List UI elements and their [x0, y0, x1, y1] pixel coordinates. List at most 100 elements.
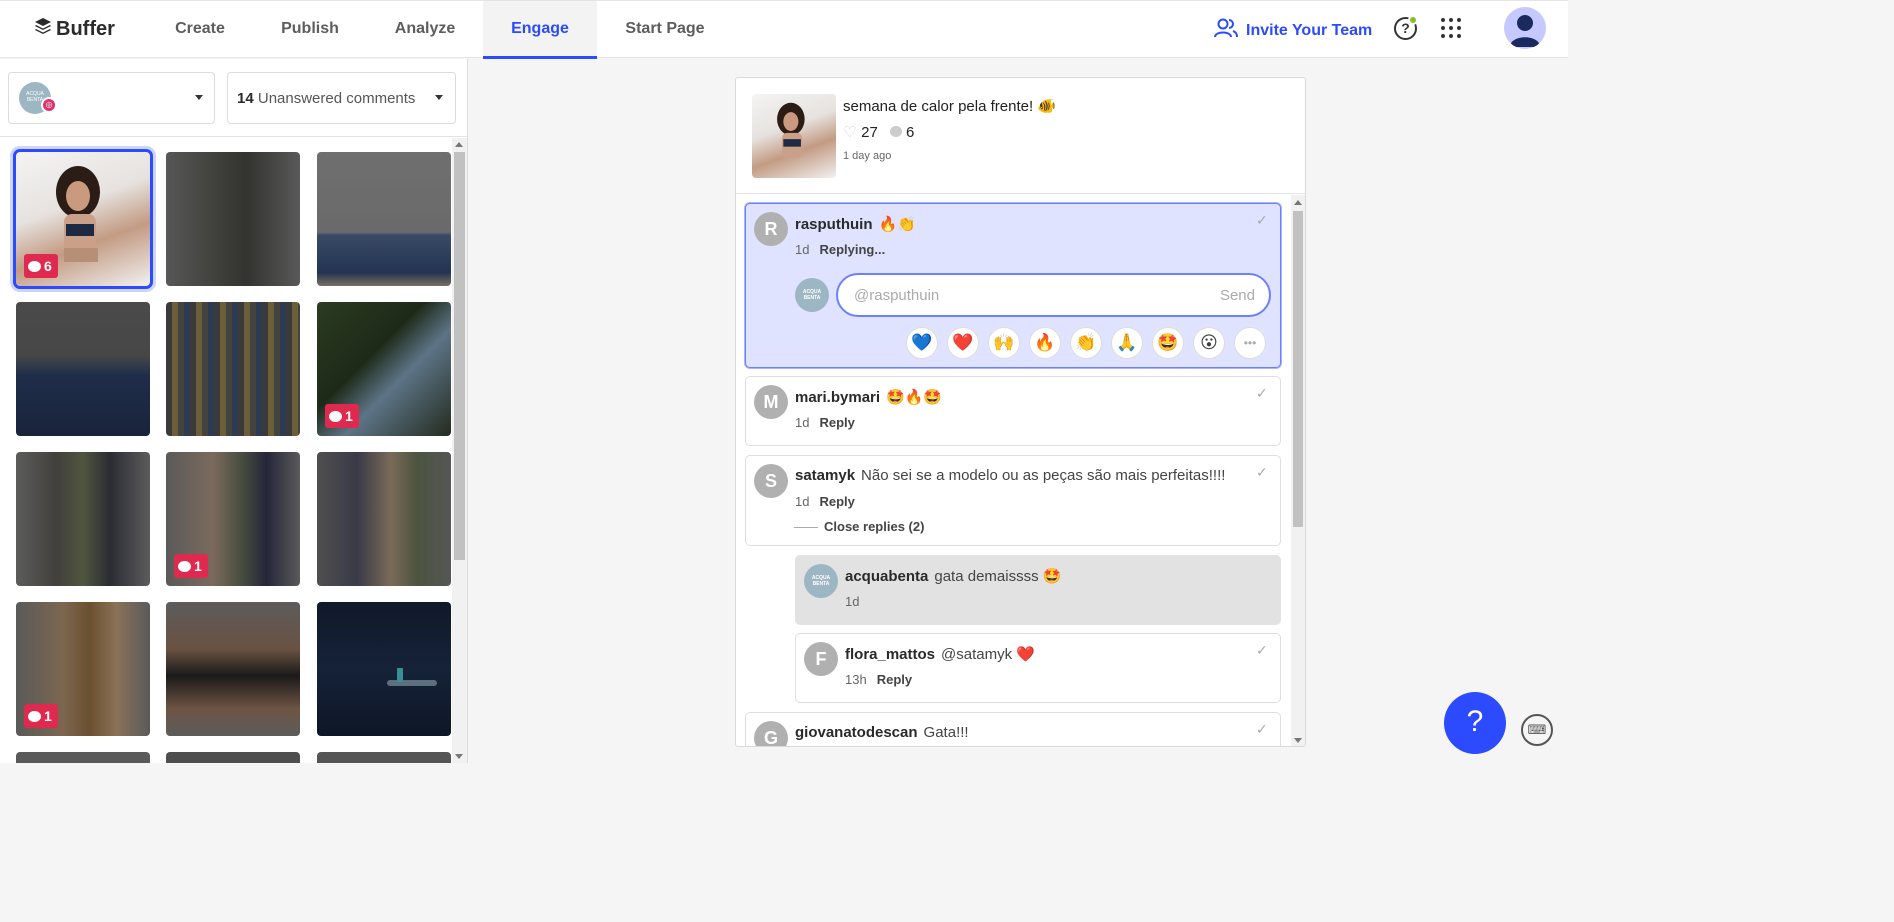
replying-status: Replying...: [819, 242, 886, 257]
mark-answered-check-icon[interactable]: ✓: [1256, 642, 1268, 659]
brand-reply-item: ACQUA BENTA acquabenta gata demaissss 🤩 1…: [795, 555, 1281, 625]
post-thumbnail[interactable]: 1: [166, 452, 300, 586]
scroll-down-arrow-icon[interactable]: [1294, 738, 1302, 743]
account-selector[interactable]: ACQUA BENTA ◎: [8, 72, 215, 124]
comment-meta: 13h Reply: [845, 672, 912, 687]
post-thumbnail[interactable]: [16, 302, 150, 436]
fire-emoji-button[interactable]: 🔥: [1029, 327, 1061, 359]
comments-scrollbar[interactable]: [1291, 195, 1305, 746]
clap-emoji-button[interactable]: 👏: [1070, 327, 1102, 359]
comment-header: acquabenta gata demaissss 🤩: [845, 567, 1061, 585]
star-eyes-emoji-button[interactable]: 🤩: [1152, 327, 1184, 359]
post-thumbnail[interactable]: [317, 752, 451, 763]
post-timestamp: 1 day ago: [843, 150, 892, 162]
chevron-down-icon: [435, 95, 443, 100]
notification-dot: [1408, 15, 1418, 25]
comment-item[interactable]: F flora_mattos @satamyk ❤️ 13h Reply ✓: [795, 633, 1281, 703]
commenter-avatar: S: [754, 464, 788, 498]
scroll-down-arrow-icon[interactable]: [455, 754, 463, 759]
reply-link[interactable]: Reply: [819, 415, 854, 430]
comment-item[interactable]: G giovanatodescan Gata!!! ✓: [745, 712, 1281, 746]
post-thumbnail[interactable]: 1: [16, 602, 150, 736]
tab-engage[interactable]: Engage: [483, 1, 597, 59]
comment-item[interactable]: M mari.bymari 🤩🔥🤩 1d Reply ✓: [745, 376, 1281, 446]
keyboard-shortcuts-icon[interactable]: ⌨: [1521, 714, 1553, 746]
more-emoji-button[interactable]: •••: [1234, 327, 1266, 359]
buffer-stack-icon: [34, 17, 52, 41]
mark-answered-check-icon[interactable]: ✓: [1256, 721, 1268, 738]
post-thumbnail[interactable]: 1: [317, 302, 451, 436]
pray-emoji-button[interactable]: 🙏: [1111, 327, 1143, 359]
commenter-avatar: R: [754, 212, 788, 246]
conversation-panel: semana de calor pela frente! 🐠 ♡ 27 6 1 …: [735, 77, 1306, 747]
scrollbar-thumb[interactable]: [454, 152, 465, 560]
post-thumbnail[interactable]: [16, 452, 150, 586]
comment-meta: 1d Reply: [795, 415, 855, 430]
apps-grid-icon[interactable]: [1441, 18, 1461, 38]
post-thumbnail[interactable]: [166, 152, 300, 286]
scrollbar-thumb[interactable]: [1293, 211, 1303, 527]
buffer-logo[interactable]: Buffer: [34, 17, 115, 41]
comment-header: giovanatodescan Gata!!!: [795, 724, 969, 741]
post-thumbnail[interactable]: [166, 302, 300, 436]
comments-count: 6: [906, 124, 915, 141]
post-thumbnail[interactable]: [166, 602, 300, 736]
emoji-bar: 💙 ❤️ 🙌 🔥 👏 🙏 🤩 😮 •••: [906, 327, 1266, 359]
post-thumbnail[interactable]: [166, 752, 300, 763]
chevron-down-icon: [195, 95, 203, 100]
comment-count-badge: 1: [24, 704, 58, 728]
raised-hands-emoji-button[interactable]: 🙌: [988, 327, 1020, 359]
comment-header: mari.bymari 🤩🔥🤩: [795, 388, 942, 406]
post-thumbnail[interactable]: [317, 452, 451, 586]
comment-meta: 1d: [845, 594, 859, 609]
invite-team-button[interactable]: Invite Your Team: [1214, 17, 1372, 44]
close-replies-toggle[interactable]: Close replies (2): [794, 519, 924, 534]
post-thumbnail[interactable]: [16, 752, 150, 763]
comment-bubble-icon: [28, 260, 41, 272]
scroll-up-arrow-icon[interactable]: [1294, 200, 1302, 205]
comment-time: 1d: [845, 594, 860, 609]
reply-input[interactable]: @rasputhuin Send: [836, 273, 1271, 317]
blue-heart-emoji-button[interactable]: 💙: [906, 327, 938, 359]
comment-bubble-icon: [28, 710, 41, 722]
mark-answered-check-icon[interactable]: ✓: [1256, 464, 1268, 481]
mark-answered-check-icon[interactable]: ✓: [1256, 212, 1268, 229]
scroll-up-arrow-icon[interactable]: [455, 142, 463, 147]
post-thumbnail[interactable]: [317, 152, 451, 286]
tab-analyze[interactable]: Analyze: [380, 1, 470, 59]
commenter-username[interactable]: satamyk: [795, 467, 855, 484]
help-chat-button[interactable]: ?: [1444, 692, 1506, 754]
reply-username[interactable]: acquabenta: [845, 568, 928, 585]
comment-bubble-icon: [178, 560, 191, 572]
send-button[interactable]: Send: [1220, 287, 1255, 304]
commenter-username[interactable]: rasputhuin: [795, 216, 873, 233]
posts-scrollbar[interactable]: [452, 138, 467, 763]
comment-time: 1d: [795, 242, 810, 257]
comment-item[interactable]: R rasputhuin 🔥👏 1d Replying... ✓ ACQUA BEN…: [745, 203, 1281, 368]
tab-create[interactable]: Create: [160, 1, 240, 59]
tab-start-page[interactable]: Start Page: [616, 1, 714, 59]
tab-publish[interactable]: Publish: [268, 1, 352, 59]
comment-item[interactable]: S satamyk Não sei se a modelo ou as peças…: [745, 455, 1281, 546]
commenter-username[interactable]: mari.bymari: [795, 389, 880, 406]
comment-text: @satamyk ❤️: [941, 646, 1035, 663]
unanswered-count: 14: [237, 90, 254, 107]
red-heart-emoji-button[interactable]: ❤️: [947, 327, 979, 359]
mark-answered-check-icon[interactable]: ✓: [1256, 385, 1268, 402]
comment-filter-dropdown[interactable]: 14 Unanswered comments: [227, 72, 456, 124]
comment-meta: 1d Reply: [795, 494, 855, 509]
post-grid: 6 1 1 1: [0, 137, 452, 763]
posts-panel: ACQUA BENTA ◎ 14 Unanswered comments 6 1…: [0, 59, 468, 763]
comment-header: satamyk Não sei se a modelo ou as peças s…: [795, 467, 1225, 484]
instagram-icon: ◎: [41, 97, 57, 113]
comment-header: rasputhuin 🔥👏: [795, 215, 916, 233]
post-thumbnail[interactable]: [317, 602, 451, 736]
user-avatar[interactable]: [1504, 7, 1546, 49]
commenter-username[interactable]: giovanatodescan: [795, 724, 918, 741]
commenter-username[interactable]: flora_mattos: [845, 646, 935, 663]
post-thumbnail[interactable]: 6: [13, 149, 153, 289]
reply-link[interactable]: Reply: [877, 672, 912, 687]
reply-link[interactable]: Reply: [819, 494, 854, 509]
invite-label: Invite Your Team: [1246, 21, 1373, 39]
surprised-emoji-button[interactable]: 😮: [1193, 327, 1225, 359]
